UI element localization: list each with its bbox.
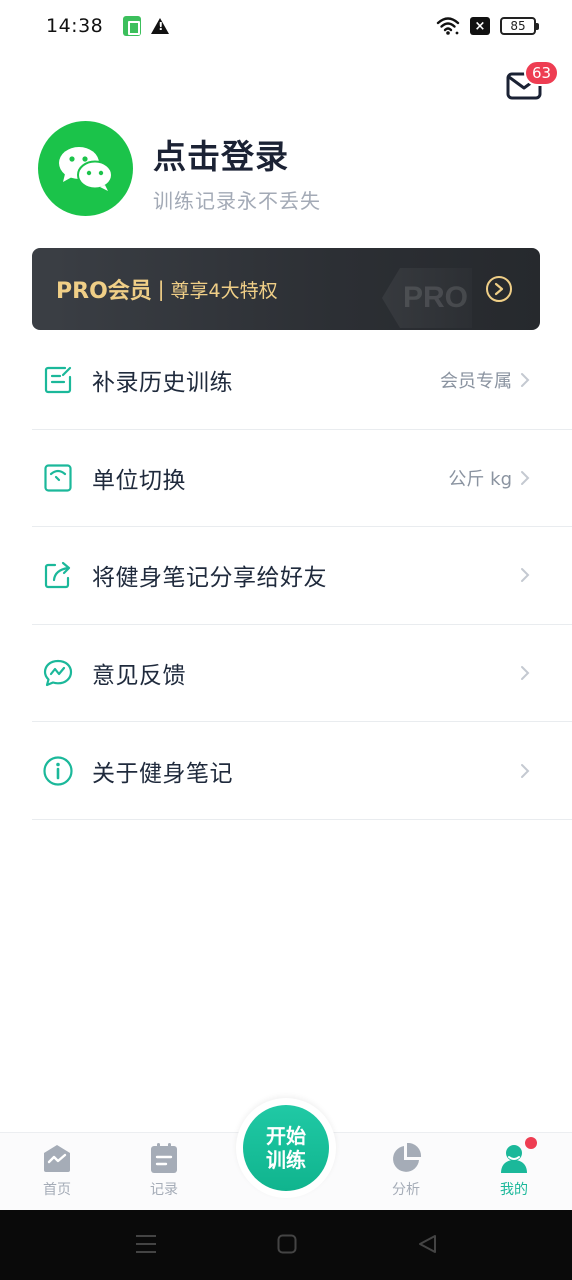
pro-separator: | xyxy=(157,277,165,301)
info-icon xyxy=(42,755,74,787)
chevron-right-circle-icon[interactable] xyxy=(486,276,512,302)
tab-analysis[interactable]: 分析 xyxy=(366,1143,446,1199)
mine-notification-dot xyxy=(525,1137,537,1149)
pie-chart-icon xyxy=(393,1143,422,1172)
menu-label: 意见反馈 xyxy=(92,663,186,690)
menu-label: 将健身笔记分享给好友 xyxy=(92,565,327,592)
home-chart-icon xyxy=(44,1145,70,1172)
warning-icon xyxy=(151,18,170,34)
feedback-chat-icon xyxy=(42,657,74,689)
menu-label: 单位切换 xyxy=(92,467,186,494)
chevron-right-icon xyxy=(520,372,532,388)
back-triangle-icon[interactable] xyxy=(417,1234,437,1258)
menu-item-share[interactable]: 将健身笔记分享给好友 xyxy=(32,527,572,625)
scale-icon xyxy=(42,462,74,494)
tab-label: 分析 xyxy=(392,1182,420,1198)
menu-item-about[interactable]: 关于健身笔记 xyxy=(32,722,572,820)
chevron-right-icon xyxy=(520,567,532,583)
tab-label: 记录 xyxy=(150,1182,178,1198)
wechat-icon xyxy=(58,146,113,191)
chevron-right-icon xyxy=(520,665,532,681)
start-training-button-ring: 开始 训练 xyxy=(236,1098,336,1198)
menu-value: 会员专属 xyxy=(440,371,512,393)
tab-mine[interactable]: 我的 xyxy=(474,1143,554,1199)
menu-label: 关于健身笔记 xyxy=(92,760,233,787)
settings-menu: 补录历史训练 会员专属 单位切换 公斤 kg 将健身笔记分享给好友 意见反馈 关… xyxy=(32,332,572,820)
battery-icon: 85 xyxy=(500,17,539,35)
pro-label: PRO会员 xyxy=(56,279,152,304)
share-icon xyxy=(42,559,74,591)
pro-watermark: PRO xyxy=(382,268,472,328)
pro-perks: 尊享4大特权 xyxy=(170,279,278,302)
home-square-icon[interactable] xyxy=(277,1234,297,1258)
tab-home[interactable]: 首页 xyxy=(17,1143,97,1199)
user-profile-icon xyxy=(501,1145,527,1173)
tab-label: 我的 xyxy=(500,1182,528,1198)
login-subtitle: 训练记录永不丢失 xyxy=(153,189,321,213)
tab-label: 首页 xyxy=(43,1182,71,1198)
start-button-line1: 开始 xyxy=(266,1124,306,1148)
sim-card-icon xyxy=(123,16,142,36)
menu-item-feedback[interactable]: 意见反馈 xyxy=(32,625,572,723)
menu-value: 公斤 kg xyxy=(448,468,512,490)
menu-icon[interactable] xyxy=(135,1234,157,1258)
status-time: 14:38 xyxy=(46,15,104,37)
wifi-icon xyxy=(436,17,460,35)
chevron-right-icon xyxy=(520,763,532,779)
system-nav-bar xyxy=(0,1210,572,1280)
battery-level: 85 xyxy=(510,19,526,33)
clipboard-icon xyxy=(151,1143,177,1173)
login-title[interactable]: 点击登录 xyxy=(153,130,289,178)
wechat-login-avatar[interactable] xyxy=(38,121,133,216)
chevron-right-icon xyxy=(520,470,532,486)
status-bar: 14:38 × 85 xyxy=(0,0,572,52)
menu-label: 补录历史训练 xyxy=(92,370,233,397)
menu-item-unit-switch[interactable]: 单位切换 公斤 kg xyxy=(32,430,572,528)
menu-item-backfill-history[interactable]: 补录历史训练 会员专属 xyxy=(32,332,572,430)
start-button-line2: 训练 xyxy=(266,1148,306,1172)
edit-note-icon xyxy=(42,364,74,396)
mail-unread-badge: 63 xyxy=(524,60,560,86)
no-signal-icon: × xyxy=(470,17,490,35)
pro-membership-banner[interactable]: PRO PRO会员 | 尊享4大特权 xyxy=(32,248,540,330)
tab-records[interactable]: 记录 xyxy=(124,1143,204,1199)
start-training-button[interactable]: 开始 训练 xyxy=(243,1105,329,1191)
